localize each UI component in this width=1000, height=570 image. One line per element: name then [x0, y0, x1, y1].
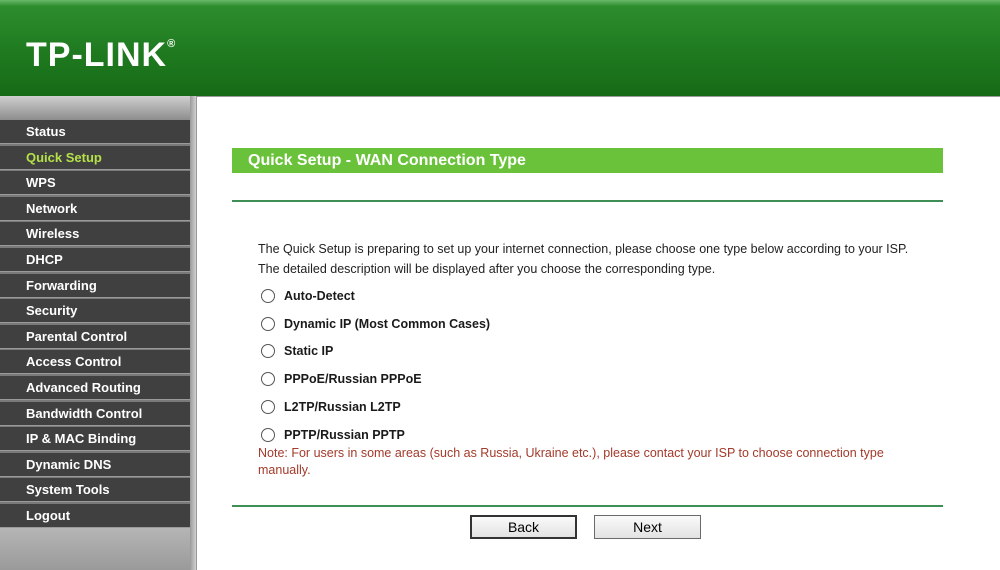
divider-top — [232, 200, 943, 202]
sidebar-item-forwarding[interactable]: Forwarding — [0, 273, 190, 298]
sidebar-item-advanced-routing[interactable]: Advanced Routing — [0, 375, 190, 400]
note-text: Note: For users in some areas (such as R… — [258, 446, 884, 477]
description-line-1: The Quick Setup is preparing to set up y… — [258, 242, 909, 256]
option-label: L2TP/Russian L2TP — [284, 400, 401, 415]
description: The Quick Setup is preparing to set up y… — [258, 239, 958, 279]
header-stripe — [0, 0, 1000, 6]
back-button[interactable]: Back — [470, 515, 577, 539]
radio-button[interactable] — [261, 344, 275, 359]
sidebar-item-parental-control[interactable]: Parental Control — [0, 324, 190, 349]
radio-button[interactable] — [261, 400, 275, 415]
main-panel: Quick Setup - WAN Connection Type The Qu… — [196, 96, 1000, 570]
sidebar-item-dynamic-dns[interactable]: Dynamic DNS — [0, 452, 190, 477]
divider-bottom — [232, 505, 943, 507]
sidebar-item-bandwidth-control[interactable]: Bandwidth Control — [0, 401, 190, 426]
connection-type-options: Auto-Detect Dynamic IP (Most Common Cases… — [261, 282, 490, 449]
next-button[interactable]: Next — [594, 515, 701, 539]
sidebar-bottom-band — [0, 528, 196, 570]
option-label: PPTP/Russian PPTP — [284, 427, 405, 442]
sidebar-item-access-control[interactable]: Access Control — [0, 350, 190, 375]
sidebar-top-band — [0, 96, 196, 120]
option-row[interactable]: L2TP/Russian L2TP — [261, 393, 490, 421]
radio-button[interactable] — [261, 427, 275, 442]
option-row[interactable]: Auto-Detect — [261, 282, 490, 310]
option-row[interactable]: Dynamic IP (Most Common Cases) — [261, 310, 490, 338]
sidebar-item-network[interactable]: Network — [0, 196, 190, 221]
sidebar-item-system-tools[interactable]: System Tools — [0, 478, 190, 503]
option-row[interactable]: Static IP — [261, 338, 490, 366]
sidebar-item-ip-mac-binding[interactable]: IP & MAC Binding — [0, 427, 190, 452]
option-label: Auto-Detect — [284, 288, 355, 303]
sidebar-item-dhcp[interactable]: DHCP — [0, 247, 190, 272]
description-line-2: The detailed description will be display… — [258, 262, 716, 276]
option-label: Dynamic IP (Most Common Cases) — [284, 316, 491, 331]
sidebar-item-status[interactable]: Status — [0, 120, 190, 144]
sidebar-item-security[interactable]: Security — [0, 299, 190, 324]
registered-mark-icon: ® — [167, 38, 177, 50]
radio-button[interactable] — [261, 288, 275, 303]
sidebar: Status Quick Setup WPS Network Wireless DHCP F… — [0, 96, 196, 570]
radio-button[interactable] — [261, 372, 275, 387]
option-label: PPPoE/Russian PPPoE — [284, 372, 422, 387]
sidebar-item-wps[interactable]: WPS — [0, 171, 190, 196]
radio-button[interactable] — [261, 316, 275, 331]
option-row[interactable]: PPPoE/Russian PPPoE — [261, 365, 490, 393]
option-label: Static IP — [284, 344, 334, 359]
tp-link-logo: TP-LINK® — [26, 36, 177, 74]
header-banner: TP-LINK® — [0, 0, 1000, 96]
sidebar-item-wireless[interactable]: Wireless — [0, 222, 190, 247]
page-title: Quick Setup - WAN Connection Type — [232, 148, 943, 173]
sidebar-item-logout[interactable]: Logout — [0, 503, 190, 528]
sidebar-item-quick-setup[interactable]: Quick Setup — [0, 145, 190, 170]
sidebar-menu: Status Quick Setup WPS Network Wireless DHCP F… — [0, 120, 190, 530]
